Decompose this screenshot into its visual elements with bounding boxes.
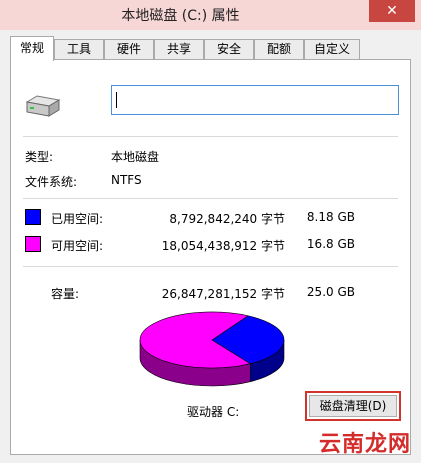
tab-customize[interactable]: 自定义 — [304, 39, 360, 60]
general-panel: 类型: 本地磁盘 文件系统: NTFS 已用空间: 8,792,842,240 … — [10, 59, 411, 455]
used-space-label: 已用空间: — [51, 212, 104, 226]
text-caret — [116, 92, 117, 108]
tab-general[interactable]: 常规 — [10, 36, 54, 61]
disk-usage-pie-chart — [139, 311, 285, 387]
used-space-bytes: 8,792,842,240 字节 — [169, 212, 285, 226]
separator — [23, 266, 398, 267]
window-title: 本地磁盘 (C:) 属性 — [121, 8, 240, 24]
title-bar: 本地磁盘 (C:) 属性 ✕ — [0, 0, 421, 30]
separator — [23, 198, 398, 199]
watermark: 云南龙网 — [318, 432, 411, 457]
capacity-label: 容量: — [51, 287, 80, 301]
disk-cleanup-button-label: 磁盘清理(D) — [309, 395, 397, 417]
tab-bar: 常规 工具 硬件 共享 安全 配额 自定义 — [10, 36, 411, 61]
tab-security[interactable]: 安全 — [204, 39, 254, 60]
separator — [23, 136, 398, 137]
type-label: 类型: — [25, 150, 54, 164]
used-space-swatch — [25, 209, 41, 225]
fs-label: 文件系统: — [25, 175, 78, 189]
tab-sharing[interactable]: 共享 — [154, 39, 204, 60]
drive-letter-label: 驱动器 C: — [187, 405, 240, 419]
capacity-size: 25.0 GB — [306, 285, 355, 299]
capacity-bytes: 26,847,281,152 字节 — [161, 287, 285, 301]
free-space-bytes: 18,054,438,912 字节 — [161, 239, 285, 253]
type-value: 本地磁盘 — [111, 150, 160, 164]
used-space-size: 8.18 GB — [306, 210, 355, 224]
close-button[interactable]: ✕ — [369, 0, 415, 22]
disk-cleanup-button[interactable]: 磁盘清理(D) — [305, 391, 401, 421]
tab-quota[interactable]: 配额 — [254, 39, 304, 60]
drive-icon — [25, 95, 61, 117]
drive-name-input[interactable] — [111, 85, 399, 115]
tab-tools[interactable]: 工具 — [54, 39, 104, 60]
fs-value: NTFS — [111, 173, 142, 187]
free-space-label: 可用空间: — [51, 239, 104, 253]
free-space-swatch — [25, 236, 41, 252]
free-space-size: 16.8 GB — [306, 237, 355, 251]
tab-hardware[interactable]: 硬件 — [104, 39, 154, 60]
